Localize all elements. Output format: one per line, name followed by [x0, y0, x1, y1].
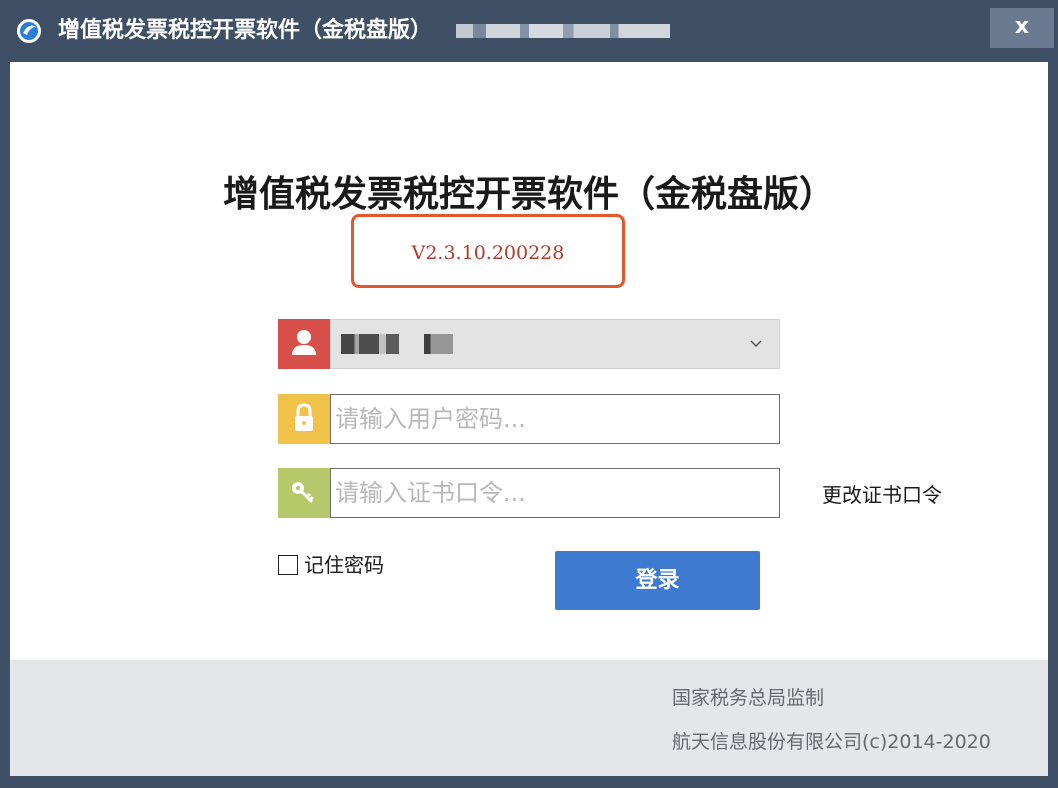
remember-password-label: 记住密码: [304, 553, 384, 577]
password-input[interactable]: [330, 394, 780, 444]
user-icon: [292, 330, 316, 355]
app-logo-icon: [17, 19, 41, 43]
login-button[interactable]: 登录: [555, 551, 760, 610]
supervisor-text: 国家税务总局监制: [672, 687, 825, 709]
close-button[interactable]: x: [990, 8, 1054, 48]
close-icon: x: [1014, 14, 1030, 39]
change-certificate-password-link[interactable]: 更改证书口令: [822, 480, 942, 510]
remember-password[interactable]: 记住密码: [278, 550, 384, 580]
remember-password-checkbox[interactable]: [278, 555, 298, 575]
certificate-password-input[interactable]: [330, 468, 780, 518]
redacted-username: [341, 334, 453, 354]
window-border: [0, 776, 1058, 788]
user-icon-box: [278, 319, 330, 369]
version-label: V2.3.10.200228: [411, 242, 565, 264]
username-select[interactable]: [330, 319, 780, 369]
key-icon: [292, 482, 315, 504]
lock-icon-box: [278, 394, 330, 444]
title-bar: 增值税发票税控开票软件（金税盘版） x: [0, 0, 1058, 62]
window-title: 增值税发票税控开票软件（金税盘版）: [58, 18, 433, 43]
chevron-down-icon[interactable]: [747, 334, 765, 352]
redacted-tax-id: [456, 24, 670, 38]
lock-icon: [295, 403, 313, 431]
key-icon-box: [278, 468, 330, 518]
footer-panel: [10, 660, 1048, 776]
page-title: 增值税发票税控开票软件（金税盘版）: [222, 174, 835, 215]
login-window: 增值税发票税控开票软件（金税盘版） x 增值税发票税控开票软件（金税盘版） V2…: [0, 0, 1058, 788]
copyright-text: 航天信息股份有限公司(c)2014-2020: [672, 731, 991, 753]
